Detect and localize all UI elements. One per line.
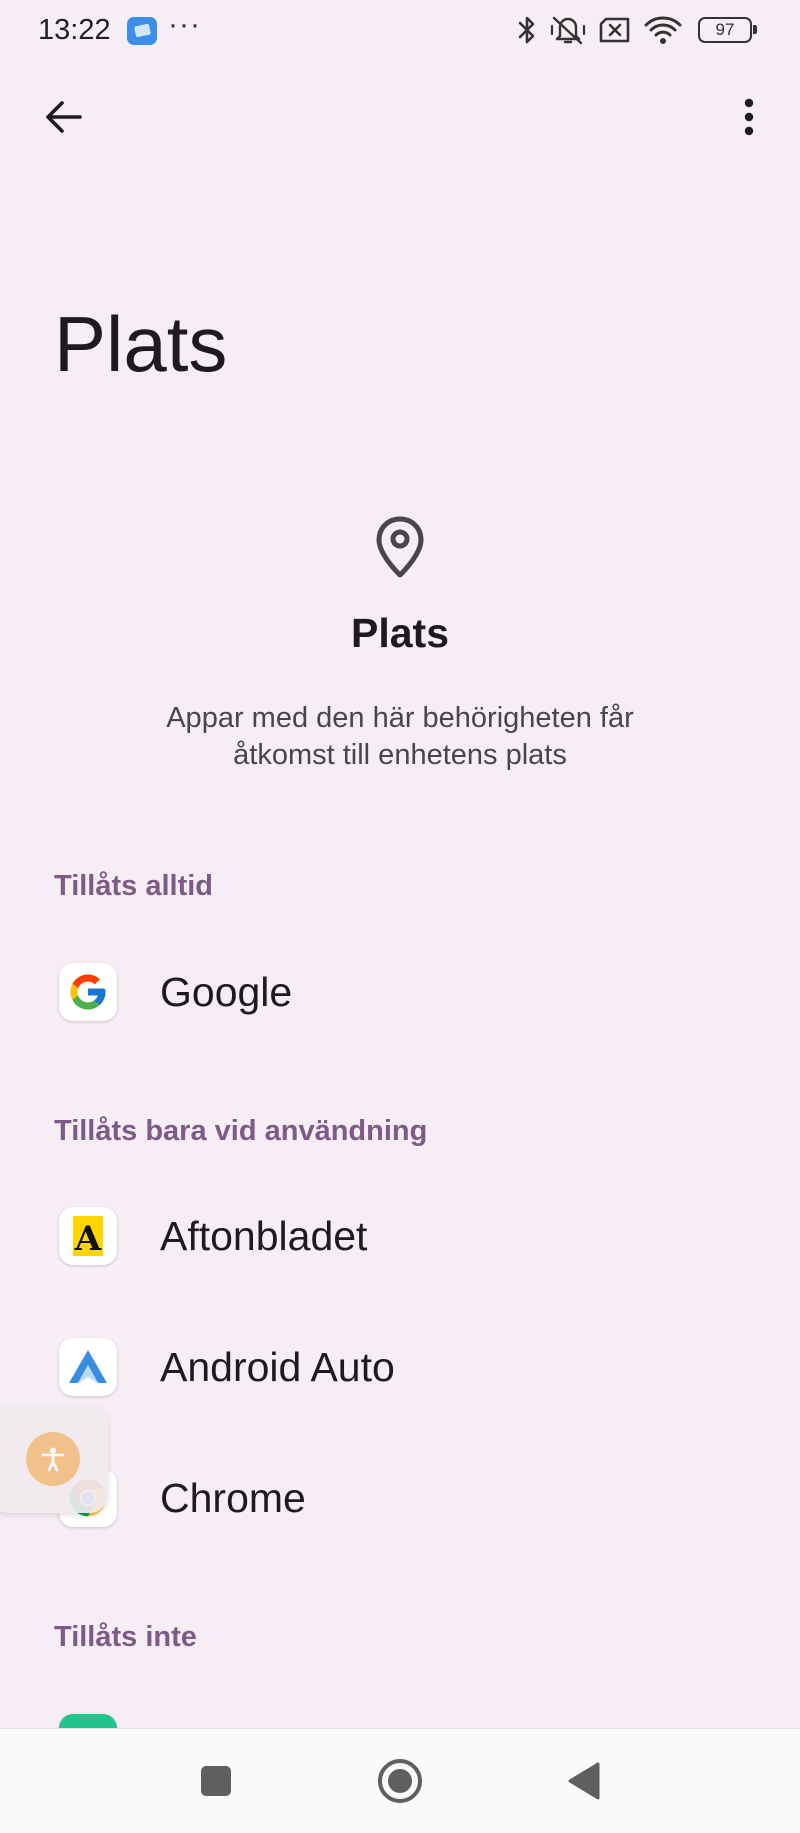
app-row-aftonbladet[interactable]: A Aftonbladet (0, 1181, 800, 1291)
permission-description: Appar med den här behörigheten får åtkom… (166, 702, 634, 771)
back-button[interactable] (36, 90, 90, 144)
page-title: Plats (54, 300, 228, 388)
accessibility-icon (41, 1447, 65, 1472)
bluetooth-icon (518, 16, 535, 44)
app-row-chrome[interactable]: Chrome (0, 1443, 800, 1553)
recents-icon (201, 1766, 231, 1796)
status-time: 13:22 (38, 14, 111, 46)
nav-back-button[interactable] (554, 1751, 614, 1811)
more-options-button[interactable] (728, 90, 770, 144)
location-pin-icon (376, 516, 424, 578)
accessibility-button[interactable] (26, 1432, 80, 1486)
navigation-bar (0, 1728, 800, 1833)
sim-off-icon (599, 17, 630, 43)
app-label-android-auto: Android Auto (160, 1343, 395, 1390)
home-button[interactable] (370, 1751, 430, 1811)
battery-icon: 97 (698, 17, 757, 43)
app-row-google[interactable]: Google (0, 937, 800, 1047)
more-notifications-indicator: ··· (168, 8, 201, 41)
arrow-left-icon (46, 101, 82, 133)
vibrate-off-icon (550, 16, 586, 45)
group-header-while-in-use: Tillåts bara vid användning (54, 1115, 428, 1147)
android-auto-icon (59, 1338, 117, 1396)
group-header-always: Tillåts alltid (54, 870, 214, 902)
notification-app-icon (127, 17, 157, 45)
wifi-icon (644, 16, 682, 44)
status-bar: 13:22 ··· 97 (0, 0, 800, 60)
app-label-chrome: Chrome (160, 1474, 306, 1521)
back-triangle-icon (568, 1762, 600, 1800)
app-row-android-auto[interactable]: Android Auto (0, 1312, 800, 1422)
aftonbladet-icon: A (59, 1207, 117, 1265)
google-icon (59, 963, 117, 1021)
group-header-not-allowed: Tillåts inte (54, 1621, 197, 1653)
svg-text:A: A (74, 1219, 102, 1258)
recents-button[interactable] (186, 1751, 246, 1811)
status-icons: 97 (516, 12, 757, 48)
more-vertical-icon (744, 98, 754, 136)
screen: 13:22 ··· 97 Plats Plats Appar med den h… (0, 0, 800, 1833)
permission-heading: Plats (351, 610, 449, 656)
home-icon (378, 1759, 422, 1803)
app-label-aftonbladet: Aftonbladet (160, 1212, 368, 1259)
app-label-google: Google (160, 968, 293, 1015)
